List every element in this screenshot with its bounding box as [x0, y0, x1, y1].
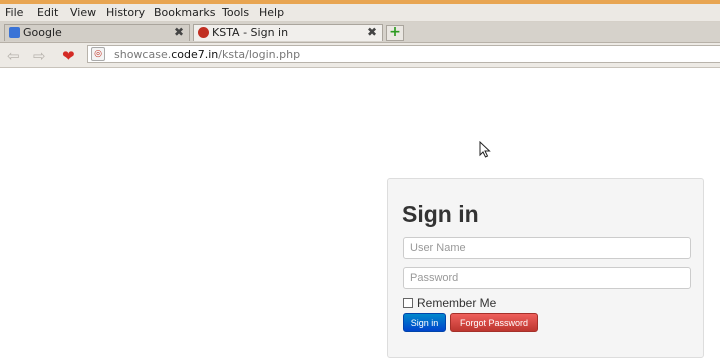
url-domain: code7.in — [171, 48, 219, 61]
menu-file[interactable]: File — [5, 6, 23, 19]
forgot-password-button[interactable]: Forgot Password — [450, 313, 538, 332]
remember-me-row[interactable]: Remember Me — [403, 296, 496, 310]
menu-view[interactable]: View — [70, 6, 96, 19]
mouse-pointer-icon — [479, 141, 491, 158]
tab-ksta-sign-in[interactable]: KSTA - Sign in ✖ — [193, 24, 383, 41]
password-input[interactable] — [403, 267, 691, 289]
username-input[interactable] — [403, 237, 691, 259]
menu-bookmarks[interactable]: Bookmarks — [154, 6, 215, 19]
address-text: showcase.code7.in/ksta/login.php — [114, 48, 300, 61]
address-bar[interactable]: ◎ showcase.code7.in/ksta/login.php — [87, 45, 720, 63]
tab-google[interactable]: Google ✖ — [4, 24, 190, 41]
remember-me-checkbox[interactable] — [403, 298, 413, 308]
tab-title: KSTA - Sign in — [212, 26, 289, 39]
bookmark-heart-icon[interactable]: ❤ — [62, 47, 75, 65]
navigation-toolbar: ⇦ ⇨ ❤ ◎ showcase.code7.in/ksta/login.php — [0, 43, 720, 68]
new-tab-icon[interactable]: + — [386, 25, 404, 41]
tab-bar: Google ✖ KSTA - Sign in ✖ + — [0, 22, 720, 43]
google-favicon-icon — [9, 27, 20, 38]
menu-help[interactable]: Help — [259, 6, 284, 19]
forward-arrow-icon[interactable]: ⇨ — [33, 47, 46, 65]
back-arrow-icon[interactable]: ⇦ — [7, 47, 20, 65]
ksta-favicon-icon — [198, 27, 209, 38]
menu-tools[interactable]: Tools — [222, 6, 249, 19]
sign-in-button[interactable]: Sign in — [403, 313, 446, 332]
menu-history[interactable]: History — [106, 6, 145, 19]
remember-me-label: Remember Me — [417, 296, 497, 310]
sign-in-panel: Sign in Remember Me Sign in Forgot Passw… — [387, 178, 704, 358]
tab-close-icon[interactable]: ✖ — [367, 25, 377, 39]
tab-title: Google — [23, 26, 62, 39]
tab-close-icon[interactable]: ✖ — [174, 25, 184, 39]
url-subdomain: showcase. — [114, 48, 172, 61]
url-path: /ksta/login.php — [218, 48, 301, 61]
sign-in-heading: Sign in — [402, 201, 479, 227]
menu-bar: File Edit View History Bookmarks Tools H… — [0, 4, 720, 22]
site-identity-icon[interactable]: ◎ — [91, 47, 105, 61]
menu-edit[interactable]: Edit — [37, 6, 58, 19]
